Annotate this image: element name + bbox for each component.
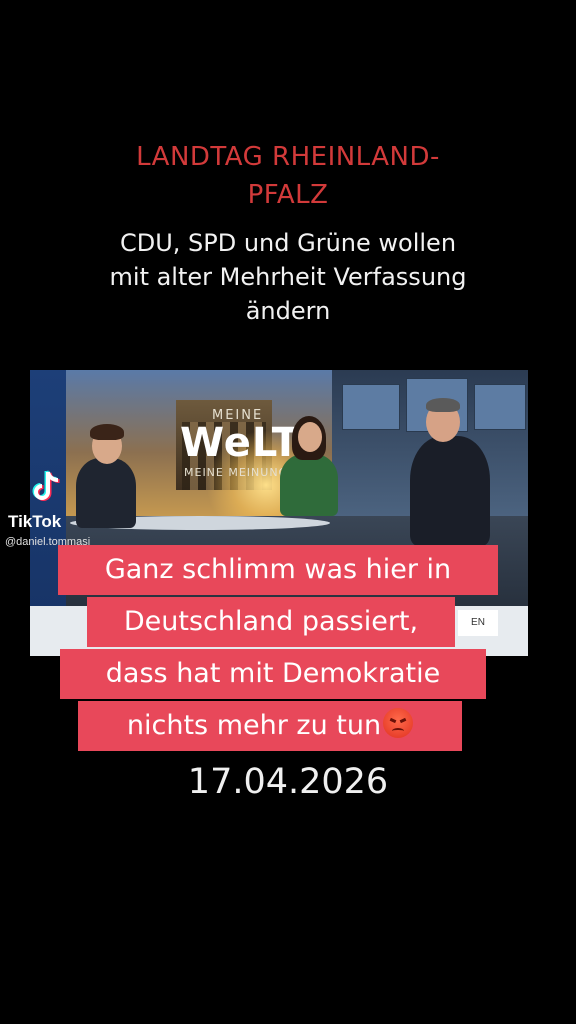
- headline-white-line-1: CDU, SPD und Grüne wollen: [119, 229, 457, 257]
- caption-line-4-wrap: nichts mehr zu tun: [78, 701, 462, 751]
- headline-white: CDU, SPD und Grüne wollen mit alter Mehr…: [0, 226, 576, 328]
- headline-red-line-2: PFALZ: [247, 180, 329, 210]
- caption-line-3: dass hat mit Demokratie: [60, 649, 486, 699]
- monitor-1: [342, 384, 400, 430]
- caption-line-2: Deutschland passiert,: [87, 597, 455, 647]
- headline-white-line-2: mit alter Mehrheit Verfassung: [109, 263, 467, 291]
- headline-red: LANDTAG RHEINLAND- PFALZ: [0, 138, 576, 214]
- tiktok-brand: TikTok: [8, 512, 62, 531]
- headline-white-line-3: ändern: [245, 297, 331, 325]
- angry-face-icon: [383, 708, 414, 738]
- monitor-3: [474, 384, 526, 430]
- headline-red-line-1: LANDTAG RHEINLAND-: [136, 142, 440, 172]
- caption-line-1: Ganz schlimm was hier in: [58, 545, 498, 595]
- logo-meine-meinung: MEINE MEINUNG: [184, 466, 289, 479]
- logo-welt: WeLT: [180, 420, 300, 466]
- caption-line-4: nichts mehr zu tun: [126, 710, 382, 741]
- ticker-tag: EN: [458, 610, 498, 636]
- date-label: 17.04.2026: [187, 762, 389, 802]
- tiktok-logo-icon: [32, 470, 60, 501]
